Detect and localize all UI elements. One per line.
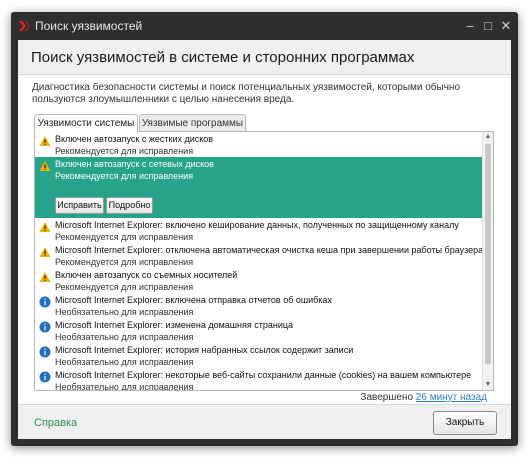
item-subtitle: Необязательно для исправления [55, 382, 194, 391]
list-item[interactable]: Microsoft Internet Explorer: некоторые в… [35, 368, 482, 391]
close-button[interactable]: Закрыть [433, 411, 497, 435]
warning-icon [39, 161, 51, 171]
list-item[interactable]: Microsoft Internet Explorer: изменена до… [35, 318, 482, 343]
list-item[interactable]: Microsoft Internet Explorer: история наб… [35, 343, 482, 368]
status-prefix: Завершено [360, 392, 414, 403]
app-window: Поиск уязвимостей – □ ✕ Поиск уязвимосте… [11, 12, 518, 446]
maximize-button[interactable]: □ [480, 18, 496, 34]
footer-bar: Справка Закрыть [18, 404, 511, 439]
item-title: Microsoft Internet Explorer: отключена а… [55, 245, 484, 255]
tab-system-vulnerabilities[interactable]: Уязвимости системы [34, 114, 138, 133]
tab-vulnerable-programs[interactable]: Уязвимые программы [139, 114, 246, 132]
scrollbar-thumb[interactable] [485, 144, 491, 364]
item-title: Включен автозапуск со съемных носителей [55, 270, 238, 280]
info-icon [39, 371, 51, 383]
window-content: Поиск уязвимостей в системе и сторонних … [18, 40, 511, 439]
list-item[interactable]: Microsoft Internet Explorer: включена от… [35, 293, 482, 318]
page-heading: Поиск уязвимостей в системе и сторонних … [31, 49, 415, 66]
scroll-down-arrow-icon[interactable]: ▼ [483, 380, 493, 390]
title-bar[interactable]: Поиск уязвимостей – □ ✕ [11, 12, 518, 40]
info-icon [39, 346, 51, 358]
minimize-button[interactable]: – [462, 18, 478, 34]
warning-icon [39, 222, 51, 232]
kaspersky-logo-icon [19, 21, 30, 31]
details-button[interactable]: Подробно [106, 197, 153, 214]
item-subtitle: Необязательно для исправления [55, 357, 194, 367]
close-window-button[interactable]: ✕ [498, 18, 514, 34]
item-title: Microsoft Internet Explorer: история наб… [55, 345, 354, 355]
item-subtitle: Необязательно для исправления [55, 307, 194, 317]
fix-button[interactable]: Исправить [55, 197, 104, 214]
list-item[interactable]: Microsoft Internet Explorer: включено ке… [35, 218, 482, 243]
list-item-selected[interactable]: Включен автозапуск с сетевых дисков Реко… [35, 157, 482, 218]
list-scrollbar[interactable]: ▲ ▼ [482, 132, 493, 390]
vulnerability-list: Включен автозапуск с жестких дисков Реко… [34, 131, 494, 391]
item-title: Включен автозапуск с жестких дисков [55, 134, 214, 144]
item-subtitle: Необязательно для исправления [55, 332, 194, 342]
item-subtitle: Рекомендуется для исправления [55, 282, 194, 292]
item-title: Microsoft Internet Explorer: изменена до… [55, 320, 294, 330]
list-item[interactable]: Включен автозапуск со съемных носителей … [35, 268, 482, 293]
list-item[interactable]: Microsoft Internet Explorer: отключена а… [35, 243, 484, 268]
warning-icon [39, 247, 51, 257]
description-text: Диагностика безопасности системы и поиск… [32, 82, 461, 105]
item-subtitle: Рекомендуется для исправления [55, 171, 194, 181]
item-title: Включен автозапуск с сетевых дисков [55, 159, 214, 169]
item-subtitle: Рекомендуется для исправления [55, 232, 194, 242]
item-title: Microsoft Internet Explorer: включена от… [55, 295, 332, 305]
scroll-up-arrow-icon[interactable]: ▲ [483, 132, 493, 142]
header-bar: Поиск уязвимостей в системе и сторонних … [18, 40, 511, 75]
warning-icon [39, 272, 51, 282]
info-icon [39, 296, 51, 308]
item-subtitle: Рекомендуется для исправления [55, 146, 194, 156]
item-subtitle: Рекомендуется для исправления [55, 257, 194, 267]
status-time-link[interactable]: 26 минут назад [416, 392, 487, 403]
info-icon [39, 321, 51, 333]
item-title: Microsoft Internet Explorer: некоторые в… [55, 370, 472, 380]
help-link[interactable]: Справка [34, 417, 77, 429]
scan-status: Завершено 26 минут назад [360, 392, 487, 403]
warning-icon [39, 136, 51, 146]
window-title: Поиск уязвимостей [35, 19, 143, 33]
item-title: Microsoft Internet Explorer: включено ке… [55, 220, 459, 230]
list-item[interactable]: Включен автозапуск с жестких дисков Реко… [35, 132, 482, 157]
